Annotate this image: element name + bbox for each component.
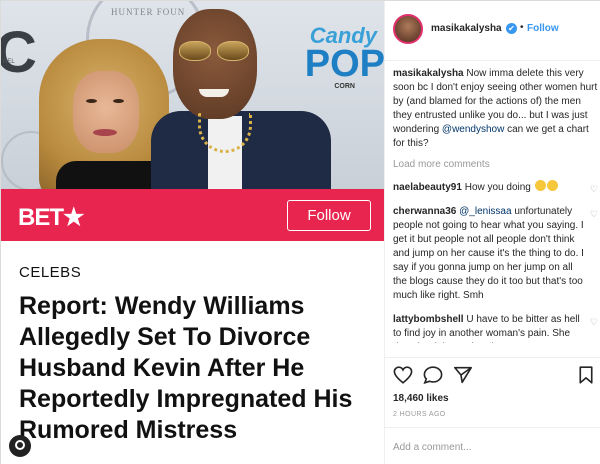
comment-like-heart-icon[interactable]: ♡ [590, 182, 598, 196]
header-separator: • [520, 22, 524, 33]
bet-logo: BET★ [18, 204, 85, 231]
article-headline: Report: Wendy Williams Allegedly Set To … [19, 292, 353, 444]
caption-mention[interactable]: @wendyshow [442, 124, 504, 135]
comment-username[interactable]: lattybombshell [393, 314, 464, 325]
comment-item: lattybombshell U have to be bitter as he… [393, 313, 598, 343]
sunglasses-lens [179, 41, 211, 61]
candy-logo-pop: POP [304, 43, 384, 85]
woman-lips [93, 129, 117, 136]
tagged-users-icon[interactable] [9, 435, 31, 457]
add-comment-input[interactable] [393, 438, 593, 456]
likes-count[interactable]: 18,460 likes [393, 393, 449, 404]
candy-logo-corn: CORN [334, 83, 355, 90]
comment-username[interactable]: cherwanna36 [393, 206, 456, 217]
bet-follow-button[interactable]: Follow [287, 200, 371, 231]
grinning-emoji-icon [546, 180, 558, 191]
post-caption: masikakalysha Now imma delete this very … [393, 67, 598, 151]
avatar[interactable] [393, 14, 423, 44]
post-image[interactable]: HUNTER FOUN C NEL Candy POP CORN BET★ Fo… [1, 1, 384, 464]
post-timestamp[interactable]: 2 HOURS AGO [393, 411, 446, 418]
comment-like-heart-icon[interactable]: ♡ [590, 315, 598, 329]
header-username[interactable]: masikakalysha [431, 23, 502, 34]
woman-eye [86, 99, 97, 103]
woman-eye [113, 99, 124, 103]
heart-icon[interactable] [393, 366, 413, 384]
load-more-comments-link[interactable]: Load more comments [393, 159, 598, 170]
follow-button[interactable]: Follow [527, 23, 559, 34]
caption-username[interactable]: masikakalysha [393, 68, 464, 79]
backdrop-small-text: NEL [3, 59, 15, 65]
comment-text: How you doing [461, 182, 534, 193]
comments-list[interactable]: masikakalysha Now imma delete this very … [393, 67, 598, 343]
backdrop-seal-text: HUNTER FOUN [111, 7, 186, 17]
bet-banner: BET★ Follow [1, 189, 384, 241]
comment-text: unfortunately people not going to hear w… [393, 206, 584, 301]
share-icon[interactable] [453, 366, 473, 384]
comment-item: naelabeauty91 How you doing ♡ [393, 180, 598, 195]
sunglasses-lens [217, 41, 249, 61]
post-header: masikakalysha ✔ • Follow [385, 1, 600, 61]
post-actions [385, 357, 600, 387]
comment-icon[interactable] [423, 366, 443, 384]
candy-pop-logo: Candy POP CORN [293, 23, 384, 91]
celebrity-photo: HUNTER FOUN C NEL Candy POP CORN [1, 1, 384, 189]
man-smile [199, 89, 229, 97]
woman-face [73, 71, 139, 153]
grinning-emoji-icon [534, 180, 546, 191]
article-category: CELEBS [19, 264, 82, 281]
backdrop-letter: C [1, 20, 37, 85]
man-head [173, 9, 257, 119]
comment-username[interactable]: naelabeauty91 [393, 182, 462, 193]
sunglasses [179, 41, 251, 63]
instagram-post-window: HUNTER FOUN C NEL Candy POP CORN BET★ Fo… [0, 0, 600, 464]
comment-mention[interactable]: @_lenissaa [456, 206, 511, 217]
comment-item: cherwanna36 @_lenissaa unfortunately peo… [393, 205, 598, 303]
add-comment-bar [385, 427, 600, 464]
bookmark-icon[interactable] [578, 366, 594, 384]
post-sidebar: masikakalysha ✔ • Follow masikakalysha N… [384, 1, 600, 464]
verified-icon: ✔ [506, 23, 517, 34]
comment-like-heart-icon[interactable]: ♡ [590, 207, 598, 221]
